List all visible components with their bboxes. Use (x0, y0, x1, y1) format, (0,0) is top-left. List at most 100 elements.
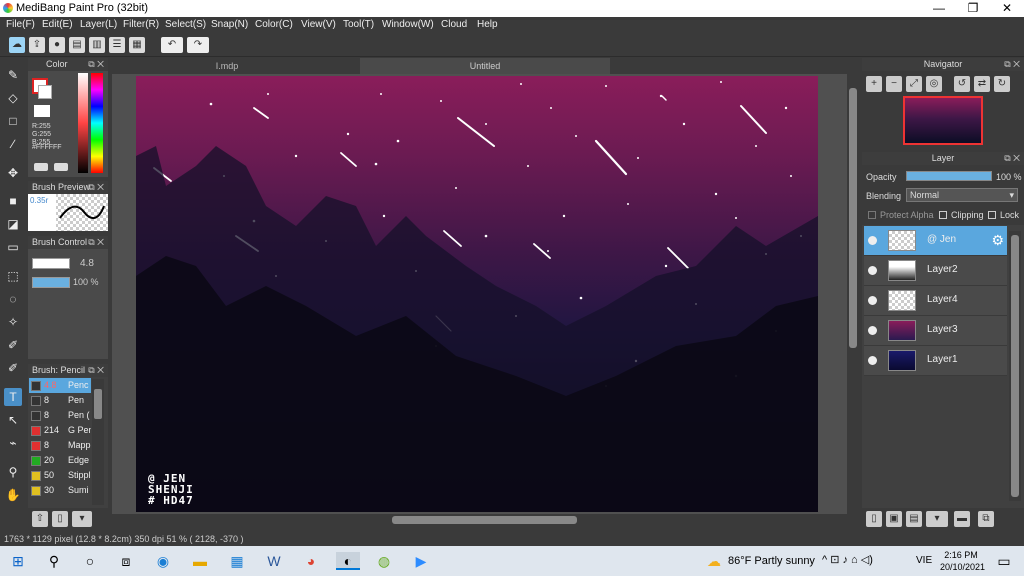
menu-filter[interactable]: Filter(R) (123, 19, 159, 30)
rotate-right-icon[interactable]: ↻ (994, 76, 1010, 92)
lasso-icon[interactable]: ◌ (4, 290, 22, 308)
move-tool-icon[interactable]: ✥ (4, 164, 22, 182)
magic-wand-icon[interactable]: ✧ (4, 313, 22, 331)
menu-view[interactable]: View(V) (301, 19, 336, 30)
eyedropper-icon[interactable]: ⚲ (4, 463, 22, 481)
menu-snap[interactable]: Snap(N) (211, 19, 248, 30)
new-layer-icon[interactable]: ▯ (866, 511, 882, 527)
brush-list-close-icon[interactable]: ⧉ ✕ (88, 364, 104, 377)
redo-icon[interactable]: ↷ (187, 37, 209, 53)
color-option-button[interactable] (34, 163, 48, 171)
layer-row-layer1[interactable]: Layer1 (864, 346, 1007, 376)
zoom-in-icon[interactable]: + (866, 76, 882, 92)
new-8bit-layer-icon[interactable]: ▤ (906, 511, 922, 527)
share-icon[interactable]: ⇪ (29, 37, 45, 53)
input-language[interactable]: VIE (916, 555, 932, 566)
weather-text[interactable]: 86°F Partly sunny (728, 555, 815, 567)
menu-window[interactable]: Window(W) (382, 19, 434, 30)
brush-add-icon[interactable]: ⇧ (32, 511, 48, 527)
divide-tool-icon[interactable]: ⌁ (4, 434, 22, 452)
document-icon[interactable]: ▥ (89, 37, 105, 53)
eye-icon[interactable] (868, 296, 877, 305)
layer-row-jen[interactable]: @ Jen ⚙ (864, 226, 1007, 256)
tab-untitled[interactable]: Untitled (360, 58, 610, 74)
layer-panel-close-icon[interactable]: ⧉ ✕ (1004, 152, 1020, 165)
clipping-checkbox[interactable] (939, 211, 947, 219)
menu-layer[interactable]: Layer(L) (80, 19, 117, 30)
word-icon[interactable]: W (264, 552, 284, 570)
chrome-icon[interactable]: ◕ (301, 552, 321, 570)
layer-row-layer3[interactable]: Layer3 (864, 316, 1007, 346)
brush-opacity-slider[interactable] (32, 277, 70, 288)
rectangle-fill-icon[interactable]: ■ (4, 192, 22, 210)
eye-icon[interactable] (868, 356, 877, 365)
line-tool-icon[interactable]: ∕ (4, 135, 22, 153)
undo-icon[interactable]: ↶ (161, 37, 183, 53)
text-tool-icon[interactable]: T (4, 388, 22, 406)
store-icon[interactable]: ▦ (227, 552, 247, 570)
brush-list-scrollbar[interactable] (92, 379, 104, 505)
cloud-icon[interactable]: ☁ (9, 37, 25, 53)
menu-cloud[interactable]: Cloud (441, 19, 467, 30)
search-icon[interactable]: ⚲ (44, 552, 64, 570)
file-explorer-icon[interactable]: ▬ (190, 552, 210, 570)
brush-preview-close-icon[interactable]: ⧉ ✕ (88, 181, 104, 194)
zoom-app-icon[interactable]: ▶ (411, 552, 431, 570)
select-pen-icon[interactable]: ✐ (4, 336, 22, 354)
bucket-tool-icon[interactable]: ◪ (4, 215, 22, 233)
edge-icon[interactable]: ◉ (153, 552, 173, 570)
app-green-icon[interactable]: ◍ (374, 552, 394, 570)
gradient-tool-icon[interactable]: ▭ (4, 238, 22, 256)
brush-list-item[interactable]: 50 Stippl (29, 468, 91, 483)
clock[interactable]: 2:16 PM 20/10/2021 (940, 549, 985, 573)
flip-icon[interactable]: ⇄ (974, 76, 990, 92)
eye-icon[interactable] (868, 266, 877, 275)
blending-select[interactable]: Normal ▾ (906, 188, 1018, 202)
layer-opacity-slider[interactable] (906, 171, 992, 181)
color-option-button-2[interactable] (54, 163, 68, 171)
layer-row-layer2[interactable]: Layer2 (864, 256, 1007, 286)
gear-icon[interactable]: ⚙ (991, 232, 1004, 249)
layer-list-scrollbar[interactable] (1009, 231, 1021, 501)
eye-icon[interactable] (868, 236, 877, 245)
lock-checkbox[interactable] (988, 211, 996, 219)
brush-list-item[interactable]: 8 Pen ( (29, 408, 91, 423)
eraser-tool-icon[interactable]: ◇ (4, 89, 22, 107)
minimize-button[interactable]: — (922, 0, 956, 17)
hue-slider[interactable] (91, 73, 103, 173)
duplicate-layer-icon[interactable]: ⧉ (978, 511, 994, 527)
brush-new-icon[interactable]: ▯ (52, 511, 68, 527)
artwork-canvas[interactable]: @ JEN SHENJI # HD47 (136, 76, 818, 512)
operation-tool-icon[interactable]: ↖ (4, 411, 22, 429)
medibang-taskbar-icon[interactable]: ◐ (336, 552, 360, 570)
add-layer-menu-icon[interactable]: ▾ (926, 511, 948, 527)
brush-list-item[interactable]: 20 Edge (29, 453, 91, 468)
tray-icons[interactable]: ^ ⊡ ♪ ⌂ ◁) (822, 553, 873, 566)
navigator-thumbnail[interactable] (903, 96, 983, 145)
brush-tool-icon[interactable]: ✎ (4, 66, 22, 84)
value-slider[interactable] (78, 73, 88, 173)
close-button[interactable]: ✕ (990, 0, 1024, 17)
brush-list-item[interactable]: 214 G Pen (29, 423, 91, 438)
zoom-out-icon[interactable]: − (886, 76, 902, 92)
brush-list-item[interactable]: 8 Pen (29, 393, 91, 408)
folder-icon[interactable]: ▬ (954, 511, 970, 527)
brush-menu-icon[interactable]: ▾ (72, 511, 92, 527)
brush-list-item[interactable]: 4.8 Penc (29, 378, 91, 393)
menu-help[interactable]: Help (477, 19, 498, 30)
notification-icon[interactable]: ▭ (994, 552, 1014, 570)
fit-icon[interactable]: ⤢ (906, 76, 922, 92)
menu-edit[interactable]: Edit(E) (42, 19, 73, 30)
layer-row-layer4[interactable]: Layer4 (864, 286, 1007, 316)
canvas-vertical-scrollbar[interactable] (847, 74, 859, 514)
canvas-horizontal-scrollbar[interactable] (112, 514, 847, 526)
menu-color[interactable]: Color(C) (255, 19, 293, 30)
actual-size-icon[interactable]: ◎ (926, 76, 942, 92)
menu-tool[interactable]: Tool(T) (343, 19, 374, 30)
hand-tool-icon[interactable]: ✋ (4, 486, 22, 504)
select-rect-icon[interactable]: ⬚ (4, 267, 22, 285)
transparent-swatch[interactable] (34, 105, 50, 117)
protect-alpha-checkbox[interactable] (868, 211, 876, 219)
chat-icon[interactable]: ▤ (69, 37, 85, 53)
brush-size-slider[interactable] (32, 258, 70, 269)
